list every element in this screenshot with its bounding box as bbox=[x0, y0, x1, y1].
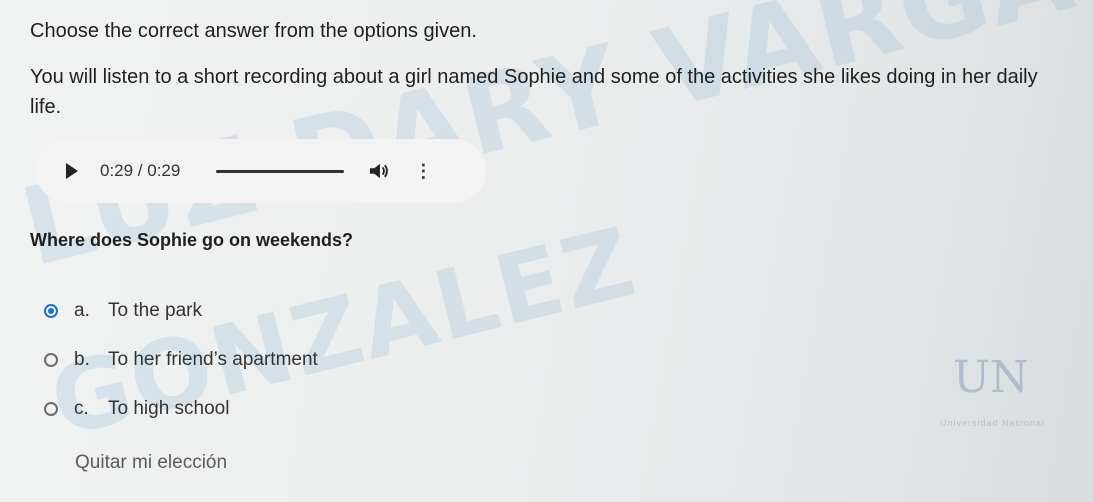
option-a[interactable]: a. To the park bbox=[44, 300, 202, 322]
play-icon[interactable] bbox=[66, 163, 78, 179]
question-text: Where does Sophie go on weekends? bbox=[30, 230, 354, 250]
option-b-text: To her friend’s apartment bbox=[108, 349, 318, 370]
option-a-text: To the park bbox=[108, 300, 202, 321]
option-b[interactable]: b. To her friend’s apartment bbox=[44, 349, 318, 371]
intro-text: You will listen to a short recording abo… bbox=[30, 66, 1038, 118]
option-a-letter: a. bbox=[74, 300, 90, 321]
radio-option-b[interactable] bbox=[44, 353, 58, 367]
option-b-letter: b. bbox=[74, 349, 90, 370]
radio-option-a[interactable] bbox=[44, 304, 58, 318]
more-options-icon[interactable]: ⋮ bbox=[414, 161, 432, 182]
audio-time: 0:29 / 0:29 bbox=[100, 161, 181, 180]
radio-option-c[interactable] bbox=[44, 402, 58, 416]
option-c[interactable]: c. To high school bbox=[44, 398, 229, 420]
university-logo: UN bbox=[953, 352, 1029, 403]
audio-player: 0:29 / 0:29 ⋮ bbox=[36, 139, 486, 203]
clear-choice-link[interactable]: Quitar mi elección bbox=[75, 452, 227, 474]
audio-progress-bar[interactable] bbox=[216, 169, 345, 173]
option-c-text: To high school bbox=[108, 398, 230, 419]
option-c-letter: c. bbox=[74, 398, 89, 419]
university-logo-subtitle: Universidad Nacional bbox=[940, 418, 1046, 428]
volume-icon[interactable] bbox=[368, 161, 390, 181]
instruction-text: Choose the correct answer from the optio… bbox=[30, 20, 477, 42]
